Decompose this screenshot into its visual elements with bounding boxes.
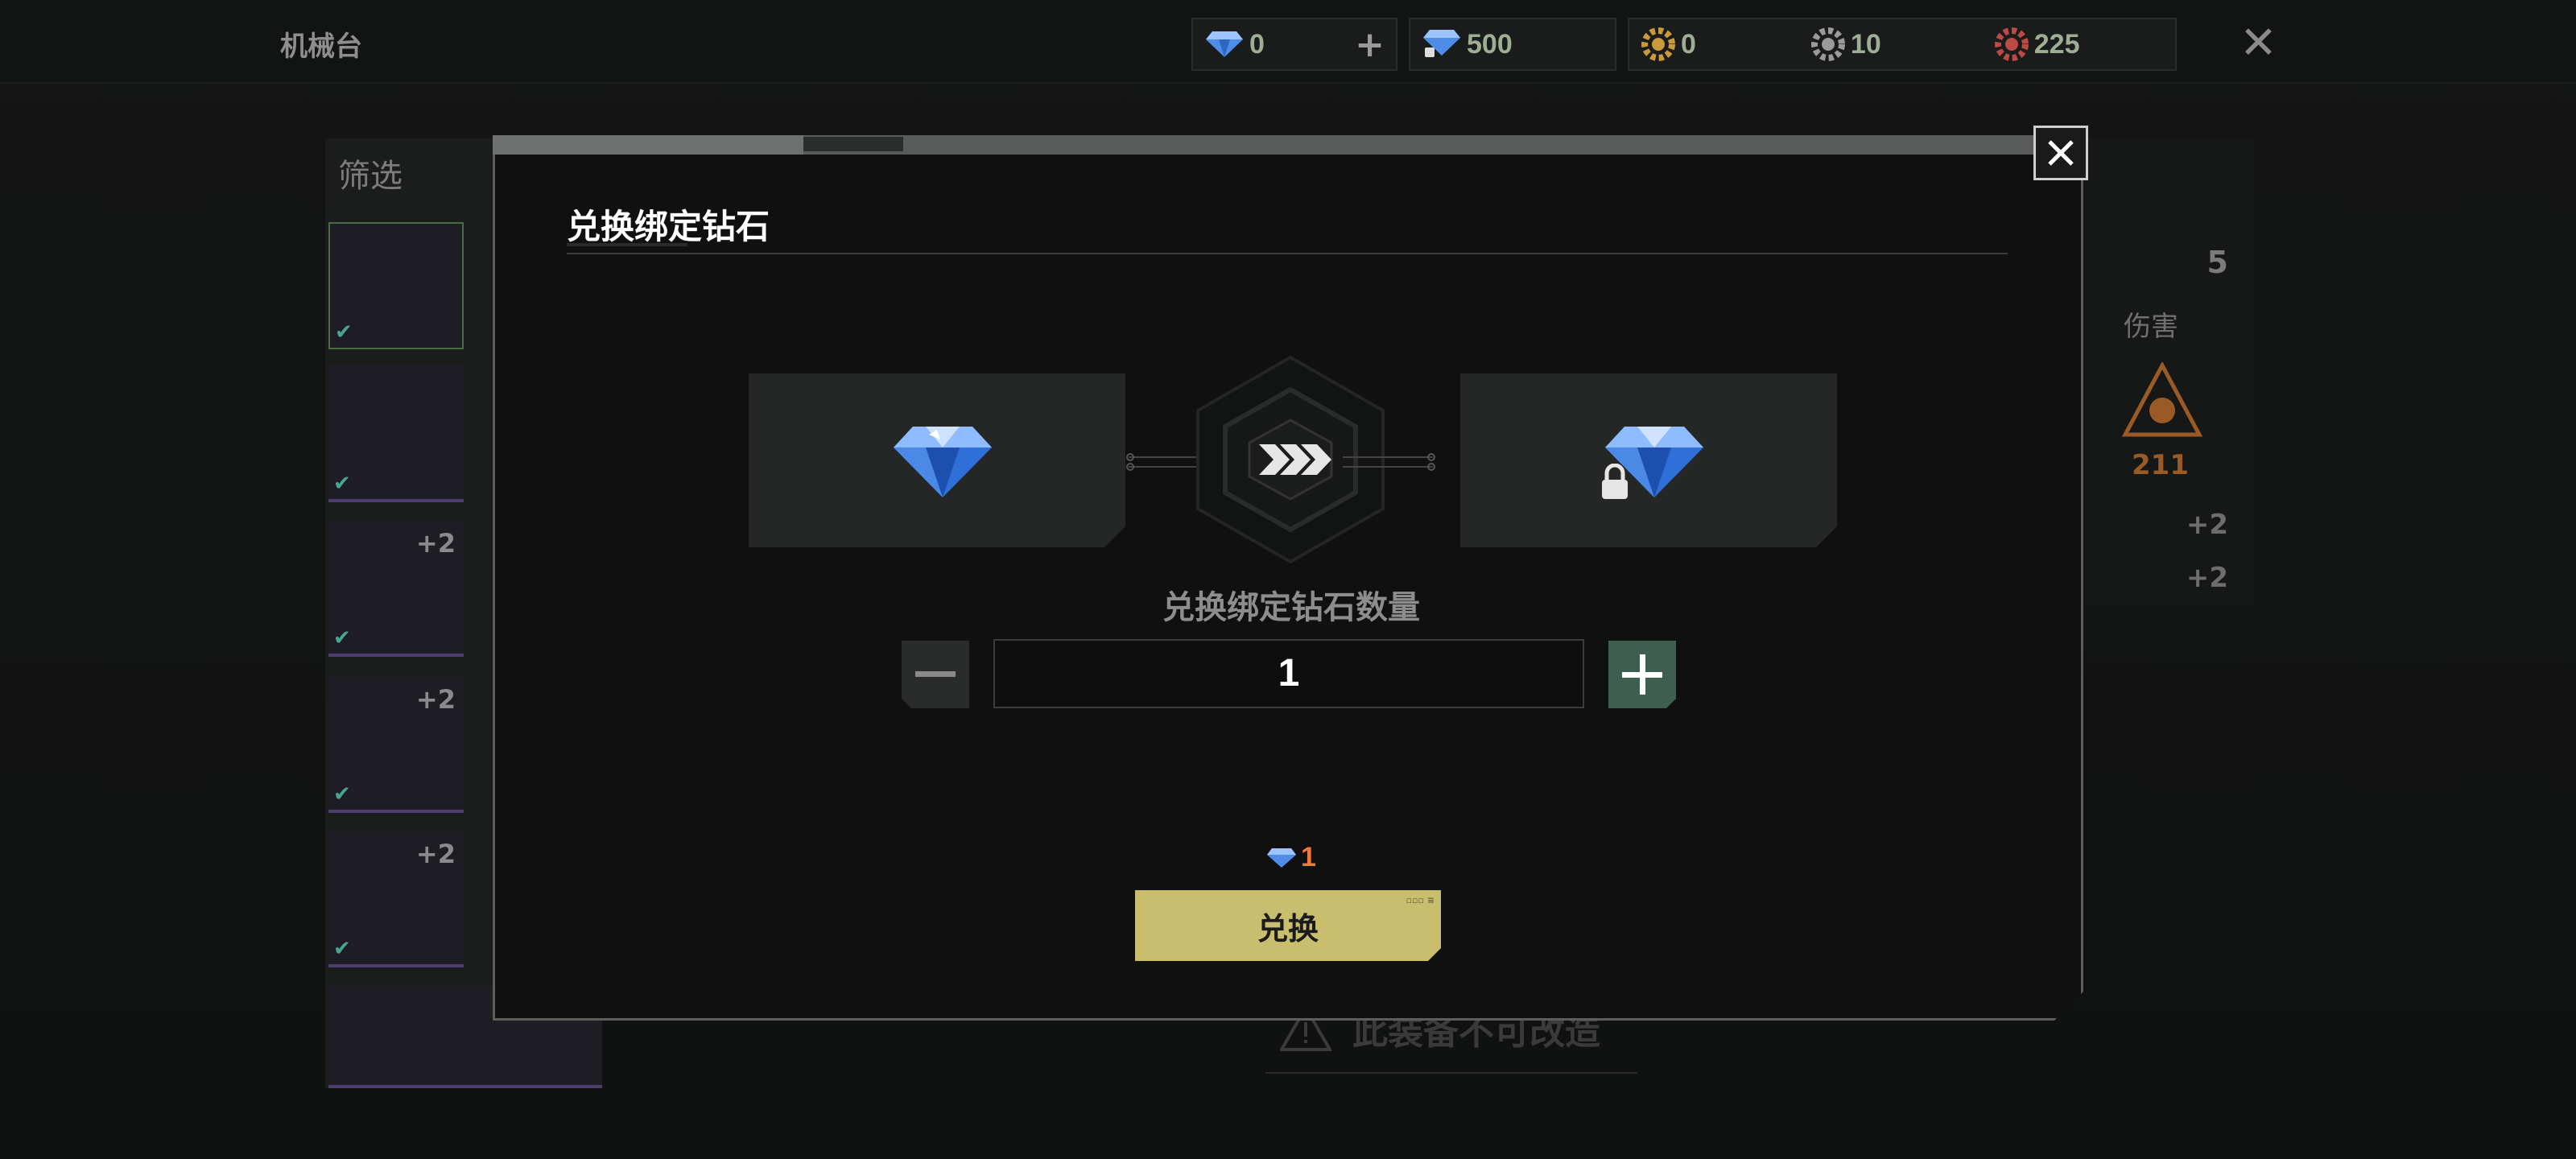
stat-mod: +2 (2186, 509, 2228, 541)
check-icon: ✔ (335, 320, 353, 344)
stats-panel: 5 伤害 211 +2 +2 (2085, 138, 2254, 605)
screen-title: 机械台 (280, 31, 362, 63)
button-decoration: ▫▫▫ ≡ (1406, 895, 1435, 905)
damage-value: 211 (2132, 449, 2189, 481)
divider (1265, 1072, 1637, 1074)
damage-badge-icon (2122, 362, 2202, 437)
currency-diamond: 0 + (1191, 18, 1397, 71)
quantity-input[interactable]: 1 (993, 639, 1584, 708)
check-icon: ✔ (333, 626, 351, 650)
title-decoration (567, 243, 687, 246)
exchange-button[interactable]: 兑换 ▫▫▫ ≡ (1135, 890, 1441, 961)
equipment-slot[interactable]: +2 ✔ (328, 522, 464, 657)
bound-diamond-icon (1423, 30, 1460, 57)
cost-value: 1 (1301, 842, 1316, 872)
currency-bound-diamond: 500 (1409, 18, 1616, 71)
title-underline (567, 253, 2008, 254)
close-dialog-button[interactable] (2033, 126, 2088, 180)
equipment-slot[interactable]: ✔ (328, 364, 464, 502)
damage-label: 伤害 (2124, 311, 2178, 343)
diamond-icon (1206, 31, 1243, 57)
dialog-title: 兑换绑定钻石 (567, 207, 770, 246)
stat-mod: +2 (2186, 562, 2228, 594)
dialog-top-strip (493, 135, 2033, 155)
minus-icon (915, 671, 956, 678)
diamond-icon (890, 423, 995, 501)
silver-gear-icon (1810, 27, 1845, 61)
source-diamond-card (749, 373, 1125, 547)
bound-diamond-card (1460, 373, 1837, 547)
close-icon (2048, 140, 2074, 166)
quantity-label: 兑换绑定钻石数量 (1162, 589, 1420, 626)
exchange-cost: 1 (1265, 842, 1316, 873)
equipment-slot[interactable]: +2 ✔ (328, 678, 464, 813)
check-icon: ✔ (333, 937, 351, 961)
increase-quantity-button[interactable] (1608, 641, 1676, 708)
decrease-quantity-button[interactable] (902, 641, 969, 708)
connector-line (1343, 453, 1435, 471)
gold-gear-icon (1641, 27, 1675, 61)
stat-count: 5 (2207, 245, 2228, 280)
lock-icon (1599, 464, 1631, 501)
close-screen-button[interactable]: ✕ (2240, 21, 2277, 66)
plus-icon (1622, 654, 1662, 695)
equipment-slot[interactable]: ✔ (328, 222, 464, 349)
check-icon: ✔ (333, 782, 351, 806)
red-gear-icon (1994, 27, 2029, 61)
currency-gears: 0 10 225 (1628, 18, 2177, 71)
equipment-slot[interactable]: +2 ✔ (328, 832, 464, 967)
check-icon: ✔ (333, 472, 351, 496)
add-diamond-button[interactable]: + (1355, 27, 1385, 63)
filter-label[interactable]: 筛选 (338, 150, 402, 196)
diamond-icon (1267, 848, 1296, 868)
